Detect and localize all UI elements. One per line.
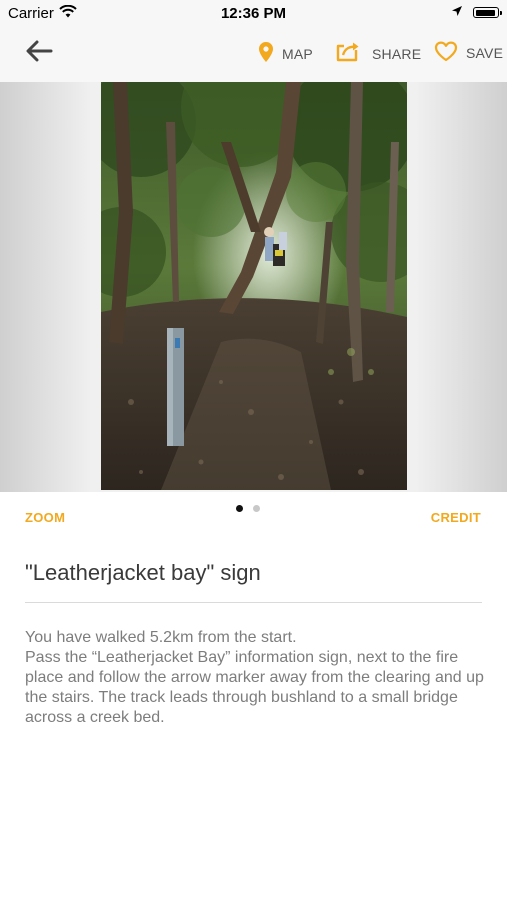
page-dot-1[interactable] (236, 505, 243, 512)
trail-photo[interactable] (101, 82, 407, 490)
map-button[interactable]: MAP (258, 41, 313, 66)
step-title: "Leatherjacket bay" sign (25, 560, 261, 585)
share-button[interactable]: SHARE (336, 41, 421, 66)
save-button[interactable]: SAVE (434, 41, 503, 65)
share-label: SHARE (372, 45, 422, 62)
battery-fill (475, 9, 495, 16)
status-right (451, 4, 502, 21)
map-label: MAP (282, 45, 313, 62)
save-label: SAVE (466, 45, 504, 61)
credit-button[interactable]: CREDIT (431, 510, 481, 525)
status-bar: Carrier 12:36 PM (0, 0, 507, 26)
description-line-2: Pass the “Leatherjacket Bay” information… (25, 649, 484, 726)
page-indicator (236, 505, 260, 512)
step-description: You have walked 5.2km from the start. Pa… (25, 628, 485, 728)
heart-icon (434, 41, 458, 65)
page-dot-2[interactable] (253, 505, 260, 512)
share-icon (336, 41, 364, 66)
status-time: 12:36 PM (220, 5, 287, 22)
arrow-left-icon (25, 40, 53, 67)
nav-bar: MAP SHARE SAVE (0, 26, 507, 83)
zoom-button[interactable]: ZOOM (25, 510, 65, 525)
trail-photo-image (101, 82, 407, 490)
divider (25, 602, 482, 603)
description-line-1: You have walked 5.2km from the start. (25, 629, 297, 646)
location-arrow-icon (451, 4, 463, 21)
photo-gallery[interactable] (0, 82, 507, 492)
map-pin-icon (258, 41, 274, 66)
back-button[interactable] (22, 38, 56, 68)
battery-icon (473, 7, 502, 18)
